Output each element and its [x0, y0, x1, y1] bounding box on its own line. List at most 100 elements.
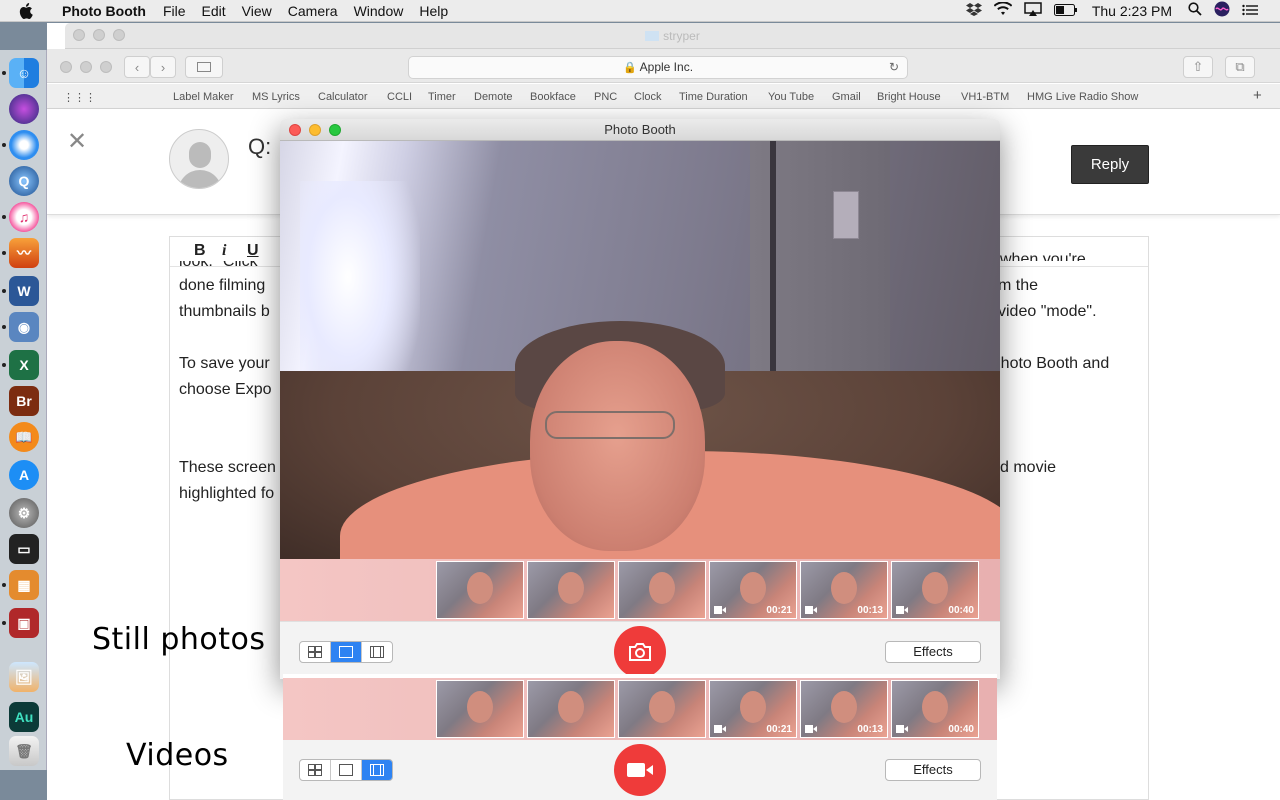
apple-icon[interactable] [19, 2, 41, 19]
thumbnail[interactable] [527, 680, 615, 738]
photobooth-icon[interactable]: ▣ [9, 608, 39, 638]
list-icon[interactable] [1242, 3, 1258, 19]
record-video-button[interactable] [614, 744, 666, 796]
siri-dock-icon[interactable] [9, 94, 39, 124]
bookmark-item[interactable]: PNC [594, 91, 617, 103]
thumbnail-video[interactable]: 00:13 [800, 561, 888, 619]
thumbnail-video[interactable]: 00:40 [891, 680, 979, 738]
bookmark-item[interactable]: Timer [428, 91, 456, 103]
video-duration: 00:13 [857, 605, 883, 616]
dock: ☺ Q ♫ 〰 W ◉ X Br 📖 A ⚙ ▭ ▦ ▣ 🖼 Au 🗑 [0, 50, 47, 770]
safari-icon[interactable] [9, 130, 39, 160]
single-photo-mode-button[interactable] [331, 642, 362, 662]
bookmark-item[interactable]: Gmail [832, 91, 861, 103]
thumbnail-face [558, 691, 584, 723]
search-icon[interactable] [1188, 2, 1202, 19]
bridge-icon[interactable]: Br [9, 386, 39, 416]
close-icon[interactable] [60, 61, 72, 73]
reload-icon[interactable]: ↻ [889, 57, 899, 78]
calculator-icon[interactable]: ▦ [9, 570, 39, 600]
menu-view[interactable]: View [234, 0, 280, 22]
grid-icon[interactable]: ⋮⋮⋮ [63, 91, 96, 104]
tabs-button[interactable]: ⧉ [1225, 56, 1255, 78]
bookmark-item[interactable]: Time Duration [679, 91, 748, 103]
photobooth-window: Photo Booth 00:21 00:13 00:40 Effects [280, 119, 1000, 679]
thumbnail[interactable] [436, 680, 524, 738]
four-up-mode-button[interactable] [300, 642, 331, 662]
effects-button[interactable]: Effects [885, 641, 981, 663]
quicktime-icon[interactable]: Q [9, 166, 39, 196]
menu-camera[interactable]: Camera [280, 0, 346, 22]
excel-icon[interactable]: X [9, 350, 39, 380]
bookmark-item[interactable]: MS Lyrics [252, 91, 300, 103]
effects-button[interactable]: Effects [885, 759, 981, 781]
minimize-icon[interactable] [309, 124, 321, 136]
battery-icon[interactable] [1053, 3, 1078, 19]
thumbnail-video[interactable]: 00:13 [800, 680, 888, 738]
bookmark-item[interactable]: VH1-BTM [961, 91, 1009, 103]
preview-icon[interactable]: 🖼 [9, 662, 39, 692]
reply-button[interactable]: Reply [1071, 145, 1149, 184]
bookmark-item[interactable]: HMG Live Radio Show [1027, 91, 1138, 103]
close-icon[interactable] [289, 124, 301, 136]
thumbnail[interactable] [618, 680, 706, 738]
menu-help[interactable]: Help [411, 0, 456, 22]
trash-icon[interactable]: 🗑 [9, 736, 39, 766]
thumbnail[interactable] [436, 561, 524, 619]
word-icon[interactable]: W [9, 276, 39, 306]
dropbox-icon[interactable] [965, 2, 982, 19]
bookmark-item[interactable]: Bright House [877, 91, 941, 103]
bookmark-item[interactable]: You Tube [768, 91, 814, 103]
bookmark-item[interactable]: Clock [634, 91, 662, 103]
thumbnail[interactable] [527, 561, 615, 619]
video-mode-button[interactable] [362, 642, 392, 662]
printer-icon[interactable]: ▭ [9, 534, 39, 564]
thumbnail-video[interactable]: 00:21 [709, 680, 797, 738]
sidebar-button[interactable] [185, 56, 223, 78]
menu-window[interactable]: Window [346, 0, 412, 22]
bookmark-item[interactable]: Label Maker [173, 91, 234, 103]
menu-clock[interactable]: Thu 2:23 PM [1092, 3, 1172, 19]
single-photo-mode-button[interactable] [331, 760, 362, 780]
airplay-icon[interactable] [1024, 2, 1042, 19]
minimize-icon[interactable] [80, 61, 92, 73]
zoom-icon[interactable] [100, 61, 112, 73]
screenshot-icon[interactable]: ◉ [9, 312, 39, 342]
finder-icon[interactable]: ☺ [9, 58, 39, 88]
bold-button[interactable]: B [194, 242, 206, 260]
system-preferences-icon[interactable]: ⚙ [9, 498, 39, 528]
thumbnail[interactable] [618, 561, 706, 619]
forward-button[interactable]: › [150, 56, 176, 78]
video-mode-button[interactable] [362, 760, 392, 780]
text-line: Photo Booth and [990, 355, 1110, 372]
audition-icon[interactable]: Au [9, 702, 39, 732]
wifi-icon[interactable] [993, 1, 1013, 19]
thumbnail-video[interactable]: 00:40 [891, 561, 979, 619]
ibooks-icon[interactable]: 📖 [9, 422, 39, 452]
bookmark-item[interactable]: Calculator [318, 91, 368, 103]
share-button[interactable]: ⇧ [1183, 56, 1213, 78]
photobooth-titlebar: Photo Booth [280, 119, 1000, 141]
underline-button[interactable]: U [247, 242, 259, 260]
audacity-icon[interactable]: 〰 [9, 238, 39, 268]
bookmark-item[interactable]: Demote [474, 91, 513, 103]
appstore-icon[interactable]: A [9, 460, 39, 490]
bookmark-item[interactable]: Bookface [530, 91, 576, 103]
italic-button[interactable]: i [222, 242, 226, 260]
zoom-icon[interactable] [329, 124, 341, 136]
text-line: d movie [1000, 459, 1057, 476]
menu-app-name[interactable]: Photo Booth [54, 0, 155, 22]
four-up-mode-button[interactable] [300, 760, 331, 780]
menu-file[interactable]: File [155, 0, 194, 22]
grid-icon [308, 764, 322, 776]
menu-edit[interactable]: Edit [194, 0, 234, 22]
itunes-icon[interactable]: ♫ [9, 202, 39, 232]
bookmark-item[interactable]: CCLI [387, 91, 412, 103]
address-bar[interactable]: 🔒 Apple Inc. ↻ [408, 56, 908, 79]
add-bookmark-icon[interactable]: + [1253, 87, 1262, 104]
thumbnail-video[interactable]: 00:21 [709, 561, 797, 619]
close-icon[interactable]: ✕ [67, 127, 87, 156]
take-photo-button[interactable] [614, 626, 666, 678]
back-button[interactable]: ‹ [124, 56, 150, 78]
siri-icon[interactable] [1214, 1, 1230, 20]
